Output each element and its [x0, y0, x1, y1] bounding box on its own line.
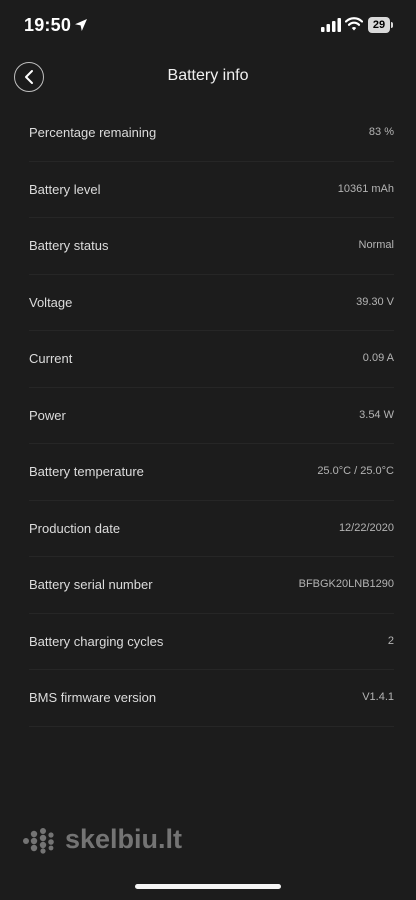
- battery-icon: 29: [368, 17, 395, 33]
- location-arrow-icon: [75, 19, 87, 31]
- battery-level-text: 29: [368, 17, 390, 33]
- info-row-percentage-remaining: Percentage remaining 83 %: [29, 105, 394, 162]
- info-row-bms-firmware-version: BMS firmware version V1.4.1: [29, 670, 394, 727]
- wifi-icon: [345, 17, 363, 31]
- watermark-text: skelbiu.lt: [65, 824, 183, 854]
- info-value: 12/22/2020: [338, 521, 394, 534]
- info-row-battery-status: Battery status Normal: [29, 218, 394, 275]
- info-value: 3.54 W: [359, 408, 394, 421]
- info-label: Battery charging cycles: [29, 633, 164, 649]
- info-value: 83 %: [368, 126, 394, 138]
- info-value: 39.30 V: [356, 295, 394, 308]
- info-row-voltage: Voltage 39.30 V: [29, 275, 394, 331]
- info-value: 10361 mAh: [337, 182, 394, 195]
- info-value: 2: [387, 634, 394, 647]
- info-row-power: Power 3.54 W: [29, 388, 394, 444]
- info-value: V1.4.1: [362, 691, 394, 703]
- info-value: 0.09 A: [362, 352, 394, 364]
- info-label: Production date: [29, 520, 121, 536]
- info-label: Battery temperature: [29, 464, 144, 479]
- info-row-battery-level: Battery level 10361 mAh: [29, 162, 394, 218]
- info-label: Voltage: [29, 294, 73, 310]
- cellular-signal-icon: [321, 18, 341, 32]
- navigation-bar: Battery info: [0, 54, 416, 100]
- info-label: Power: [29, 407, 66, 423]
- status-time: 19:50: [24, 15, 72, 35]
- info-label: Battery level: [29, 181, 101, 197]
- info-row-production-date: Production date 12/22/2020: [29, 501, 394, 557]
- info-label: BMS firmware version: [29, 690, 157, 705]
- info-row-battery-serial-number: Battery serial number BFBGK20LNB1290: [29, 557, 394, 614]
- battery-info-list: Percentage remaining 83 % Battery level …: [0, 105, 416, 727]
- page-title: Battery info: [167, 67, 249, 84]
- info-label: Percentage remaining: [29, 125, 157, 140]
- battery-tip: [391, 22, 393, 28]
- info-label: Current: [29, 351, 73, 366]
- info-row-battery-temperature: Battery temperature 25.0°C / 25.0°C: [29, 444, 394, 501]
- info-value: BFBGK20LNB1290: [298, 578, 394, 590]
- info-label: Battery status: [29, 238, 109, 253]
- info-value: Normal: [358, 239, 394, 251]
- info-row-battery-charging-cycles: Battery charging cycles 2: [29, 614, 394, 670]
- home-indicator[interactable]: [135, 884, 281, 889]
- info-value: 25.0°C / 25.0°C: [317, 465, 394, 477]
- watermark-logo-icon: [23, 828, 54, 854]
- info-label: Battery serial number: [29, 577, 153, 592]
- status-bar: 19:50 29: [0, 0, 416, 54]
- info-row-current: Current 0.09 A: [29, 331, 394, 388]
